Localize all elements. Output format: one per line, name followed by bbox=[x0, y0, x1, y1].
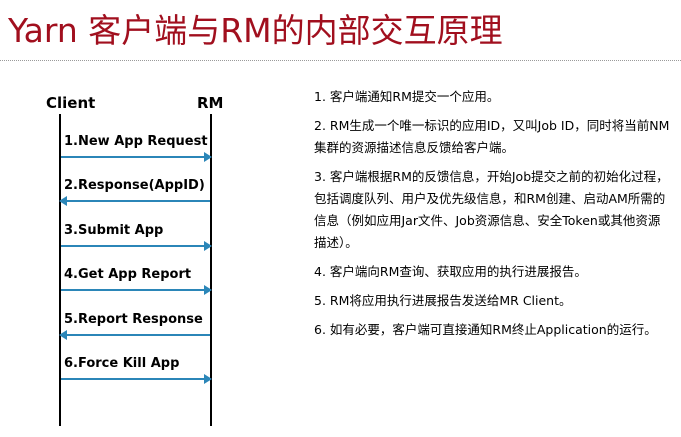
message-label: 2.Response(AppID) bbox=[64, 178, 205, 194]
message-label: 4.Get App Report bbox=[64, 267, 192, 283]
message-arrow bbox=[61, 374, 212, 384]
step-item: 1. 客户端通知RM提交一个应用。 bbox=[314, 89, 500, 104]
arrowhead-icon bbox=[204, 285, 212, 296]
arrowhead-icon bbox=[204, 374, 212, 384]
arrowhead-icon bbox=[59, 329, 67, 340]
step-item: 4. 客户端向RM查询、获取应用的执行进展报告。 bbox=[314, 264, 587, 279]
arrowhead-icon bbox=[204, 152, 212, 162]
message-arrow bbox=[59, 329, 210, 340]
message-arrow bbox=[61, 285, 212, 296]
step-item: 2. RM生成一个唯一标识的应用ID，又叫Job ID，同时将当前NM集群的资源… bbox=[314, 118, 670, 155]
message-label: 5.Report Response bbox=[64, 311, 203, 327]
arrowhead-icon bbox=[59, 196, 67, 207]
steps-list: 1. 客户端通知RM提交一个应用。 2. RM生成一个唯一标识的应用ID，又叫J… bbox=[308, 86, 670, 348]
sequence-diagram: Client RM 1.New App Request 2.Response(Ap… bbox=[0, 0, 300, 437]
message-arrow bbox=[61, 152, 212, 162]
message-label: 6.Force Kill App bbox=[64, 356, 180, 371]
participant-client: Client bbox=[46, 94, 96, 112]
slide: Yarn 客户端与RM的内部交互原理 Client RM 1.New App R… bbox=[0, 0, 681, 437]
message-label: 3.Submit App bbox=[64, 222, 164, 238]
participant-rm: RM bbox=[197, 94, 224, 112]
step-item: 6. 如有必要，客户端可直接通知RM终止Application的运行。 bbox=[314, 322, 657, 337]
step-item: 3. 客户端根据RM的反馈信息，开始Job提交之前的初始化过程，包括调度队列、用… bbox=[314, 169, 669, 250]
arrowhead-icon bbox=[204, 240, 212, 251]
message-arrow bbox=[61, 240, 212, 251]
step-item: 5. RM将应用执行进展报告发送给MR Client。 bbox=[314, 293, 572, 308]
message-arrow bbox=[59, 196, 210, 207]
message-label: 1.New App Request bbox=[64, 134, 208, 149]
